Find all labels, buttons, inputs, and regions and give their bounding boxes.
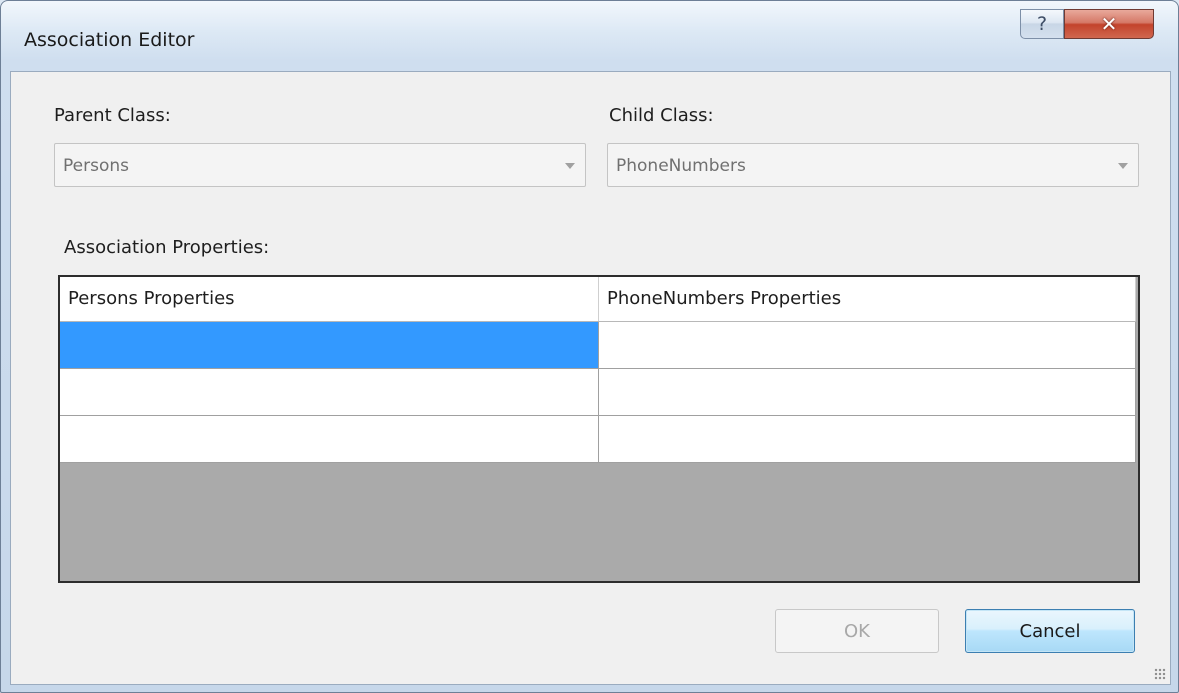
grid-cell[interactable] (60, 416, 599, 463)
chevron-down-icon (1118, 163, 1128, 169)
grid-cell[interactable] (599, 369, 1136, 416)
dialog-body: Parent Class: Persons Child Class: Phone… (10, 71, 1171, 685)
help-icon: ? (1036, 13, 1048, 35)
resize-grip-icon[interactable] (1154, 668, 1166, 680)
cancel-button[interactable]: Cancel (965, 609, 1135, 653)
child-class-label: Child Class: (609, 105, 714, 126)
grid-cell[interactable] (599, 322, 1136, 369)
window-title: Association Editor (24, 29, 195, 51)
child-class-value: PhoneNumbers (616, 156, 746, 176)
parent-class-value: Persons (63, 156, 129, 176)
grid-header: Persons Properties PhoneNumbers Properti… (60, 277, 1136, 322)
association-properties-label: Association Properties: (64, 237, 270, 258)
column-header-persons-properties[interactable]: Persons Properties (60, 277, 599, 321)
grid-cell[interactable] (60, 369, 599, 416)
association-editor-window: Association Editor ? ✕ Parent Class: Per… (0, 0, 1179, 693)
table-row[interactable] (60, 369, 1136, 416)
column-header-phonenumbers-properties[interactable]: PhoneNumbers Properties (599, 277, 1136, 321)
title-bar[interactable]: Association Editor ? ✕ (1, 1, 1178, 71)
association-properties-grid[interactable]: Persons Properties PhoneNumbers Properti… (58, 275, 1140, 583)
ok-button[interactable]: OK (775, 609, 939, 653)
child-class-combobox[interactable]: PhoneNumbers (607, 143, 1139, 187)
parent-class-label: Parent Class: (54, 105, 171, 126)
grid-cell[interactable] (60, 322, 599, 369)
table-row[interactable] (60, 322, 1136, 369)
close-icon: ✕ (1100, 12, 1118, 36)
parent-class-combobox[interactable]: Persons (54, 143, 586, 187)
grid-cell[interactable] (599, 416, 1136, 463)
close-button[interactable]: ✕ (1064, 9, 1154, 39)
help-button[interactable]: ? (1020, 9, 1064, 39)
chevron-down-icon (565, 163, 575, 169)
table-row[interactable] (60, 416, 1136, 463)
